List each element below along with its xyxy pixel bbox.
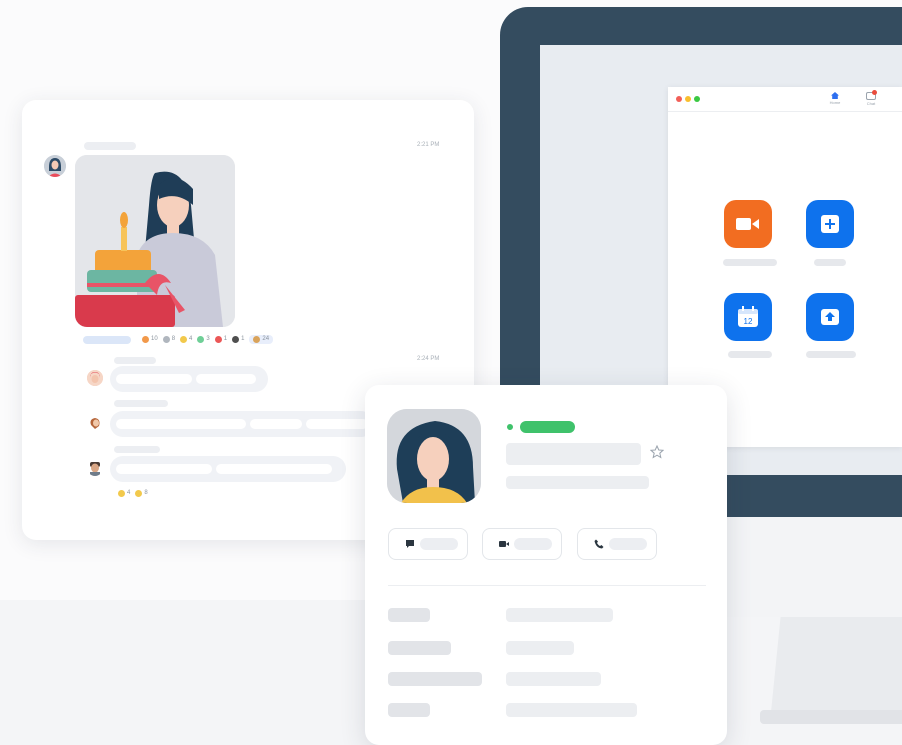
calendar-emoji-icon — [162, 335, 170, 343]
reaction-chip[interactable]: 1 — [214, 335, 228, 343]
schedule-tile[interactable]: 12 — [724, 293, 772, 341]
reaction-chip[interactable]: 3 — [197, 335, 210, 343]
plus-icon — [821, 215, 839, 233]
share-screen-tile[interactable] — [806, 293, 854, 341]
join-label — [814, 259, 846, 266]
detail-label — [388, 608, 430, 622]
camera-emoji-icon — [232, 335, 240, 343]
detail-value — [506, 608, 613, 622]
reaction-chip[interactable]: 10 — [142, 335, 158, 343]
avatar[interactable] — [87, 460, 103, 476]
new-meeting-tile[interactable] — [724, 200, 772, 248]
sender-name-placeholder — [114, 357, 156, 364]
fire-emoji-icon — [142, 335, 149, 343]
profile-photo-icon — [387, 409, 481, 503]
reaction-count: 10 — [151, 336, 158, 342]
profile-card — [365, 385, 727, 745]
minimize-window-dot[interactable] — [685, 96, 691, 102]
reaction-count: 8 — [171, 336, 176, 342]
star-icon[interactable] — [650, 445, 664, 459]
message-bubble — [110, 456, 346, 482]
avatar[interactable] — [44, 155, 66, 177]
video-camera-icon — [499, 541, 509, 547]
detail-label — [388, 641, 451, 655]
reaction-count: 4 — [189, 336, 193, 342]
new-meeting-label — [723, 259, 777, 266]
reaction-count: 1 — [241, 336, 245, 342]
chat-button[interactable] — [388, 528, 468, 560]
user-avatar-icon — [90, 462, 100, 476]
close-window-dot[interactable] — [676, 96, 682, 102]
join-tile[interactable] — [806, 200, 854, 248]
profile-avatar[interactable] — [387, 409, 481, 503]
detail-value — [506, 703, 637, 717]
bottom-reactions-row: 48 — [118, 486, 148, 500]
heart-emoji-icon — [214, 335, 222, 343]
reaction-count: 4 — [127, 490, 131, 496]
calendar-icon: 12 — [738, 306, 758, 327]
reaction-chip[interactable]: 24 — [249, 334, 274, 344]
reaction-count: 8 — [144, 490, 148, 496]
nav-chat[interactable]: Chat — [863, 90, 879, 108]
message-bubble — [110, 366, 268, 392]
cool-emoji-icon — [135, 489, 143, 497]
reaction-chip[interactable]: 4 — [118, 489, 131, 497]
reaction-chip[interactable]: 4 — [180, 335, 193, 343]
phone-icon — [594, 539, 604, 549]
nav-chat-label: Chat — [866, 101, 876, 106]
reaction-count: 1 — [223, 336, 228, 342]
message-time: 2:24 PM — [417, 356, 440, 362]
video-call-button[interactable] — [482, 528, 562, 560]
phone-call-button[interactable] — [577, 528, 657, 560]
user-avatar-icon — [44, 155, 66, 177]
user-avatar-icon — [90, 418, 100, 429]
notification-badge — [872, 90, 877, 95]
upload-arrow-icon — [821, 309, 839, 325]
chat-bubble-icon — [406, 540, 414, 548]
video-camera-icon — [736, 218, 759, 230]
nav-home-label: Home — [829, 100, 841, 105]
detail-value — [506, 672, 601, 686]
message-time: 2:21 PM — [417, 142, 440, 148]
smile-emoji-icon — [118, 489, 125, 497]
user-avatar-icon — [87, 370, 103, 386]
avatar[interactable] — [87, 415, 103, 431]
avatar[interactable] — [87, 370, 103, 386]
profile-name-placeholder — [506, 443, 641, 465]
clap-emoji-icon — [180, 335, 188, 343]
sender-name-placeholder — [84, 142, 136, 150]
reaction-chip[interactable]: 1 — [232, 335, 245, 343]
monitor-stand — [770, 617, 902, 722]
reaction-chip[interactable]: 8 — [135, 489, 148, 497]
calendar-day: 12 — [744, 317, 753, 326]
reactions-row: 10 8 4 3 1 1 24 — [142, 332, 274, 346]
detail-value — [506, 641, 574, 655]
app-title-bar: Home Chat — [668, 87, 902, 112]
party-emoji-icon — [253, 335, 261, 343]
reaction-count: 3 — [206, 336, 210, 342]
monitor-stand-base — [760, 710, 902, 724]
detail-label — [388, 703, 430, 717]
birthday-illustration-icon — [75, 155, 235, 327]
nav-home[interactable]: Home — [828, 92, 842, 108]
status-badge — [520, 421, 575, 433]
reaction-add-placeholder — [83, 336, 131, 344]
share-screen-label — [806, 351, 856, 358]
sender-name-placeholder — [114, 446, 160, 453]
message-bubble — [110, 411, 374, 437]
reaction-count: 24 — [262, 336, 270, 342]
divider — [388, 585, 706, 586]
maximize-window-dot[interactable] — [694, 96, 700, 102]
profile-subtitle-placeholder — [506, 476, 649, 489]
reaction-chip[interactable]: 8 — [162, 335, 176, 343]
home-icon — [831, 92, 839, 99]
schedule-label — [728, 351, 772, 358]
sender-name-placeholder — [114, 400, 168, 407]
shared-image[interactable] — [75, 155, 235, 327]
plant-emoji-icon — [197, 335, 205, 343]
status-dot — [507, 424, 513, 430]
detail-label — [388, 672, 482, 686]
